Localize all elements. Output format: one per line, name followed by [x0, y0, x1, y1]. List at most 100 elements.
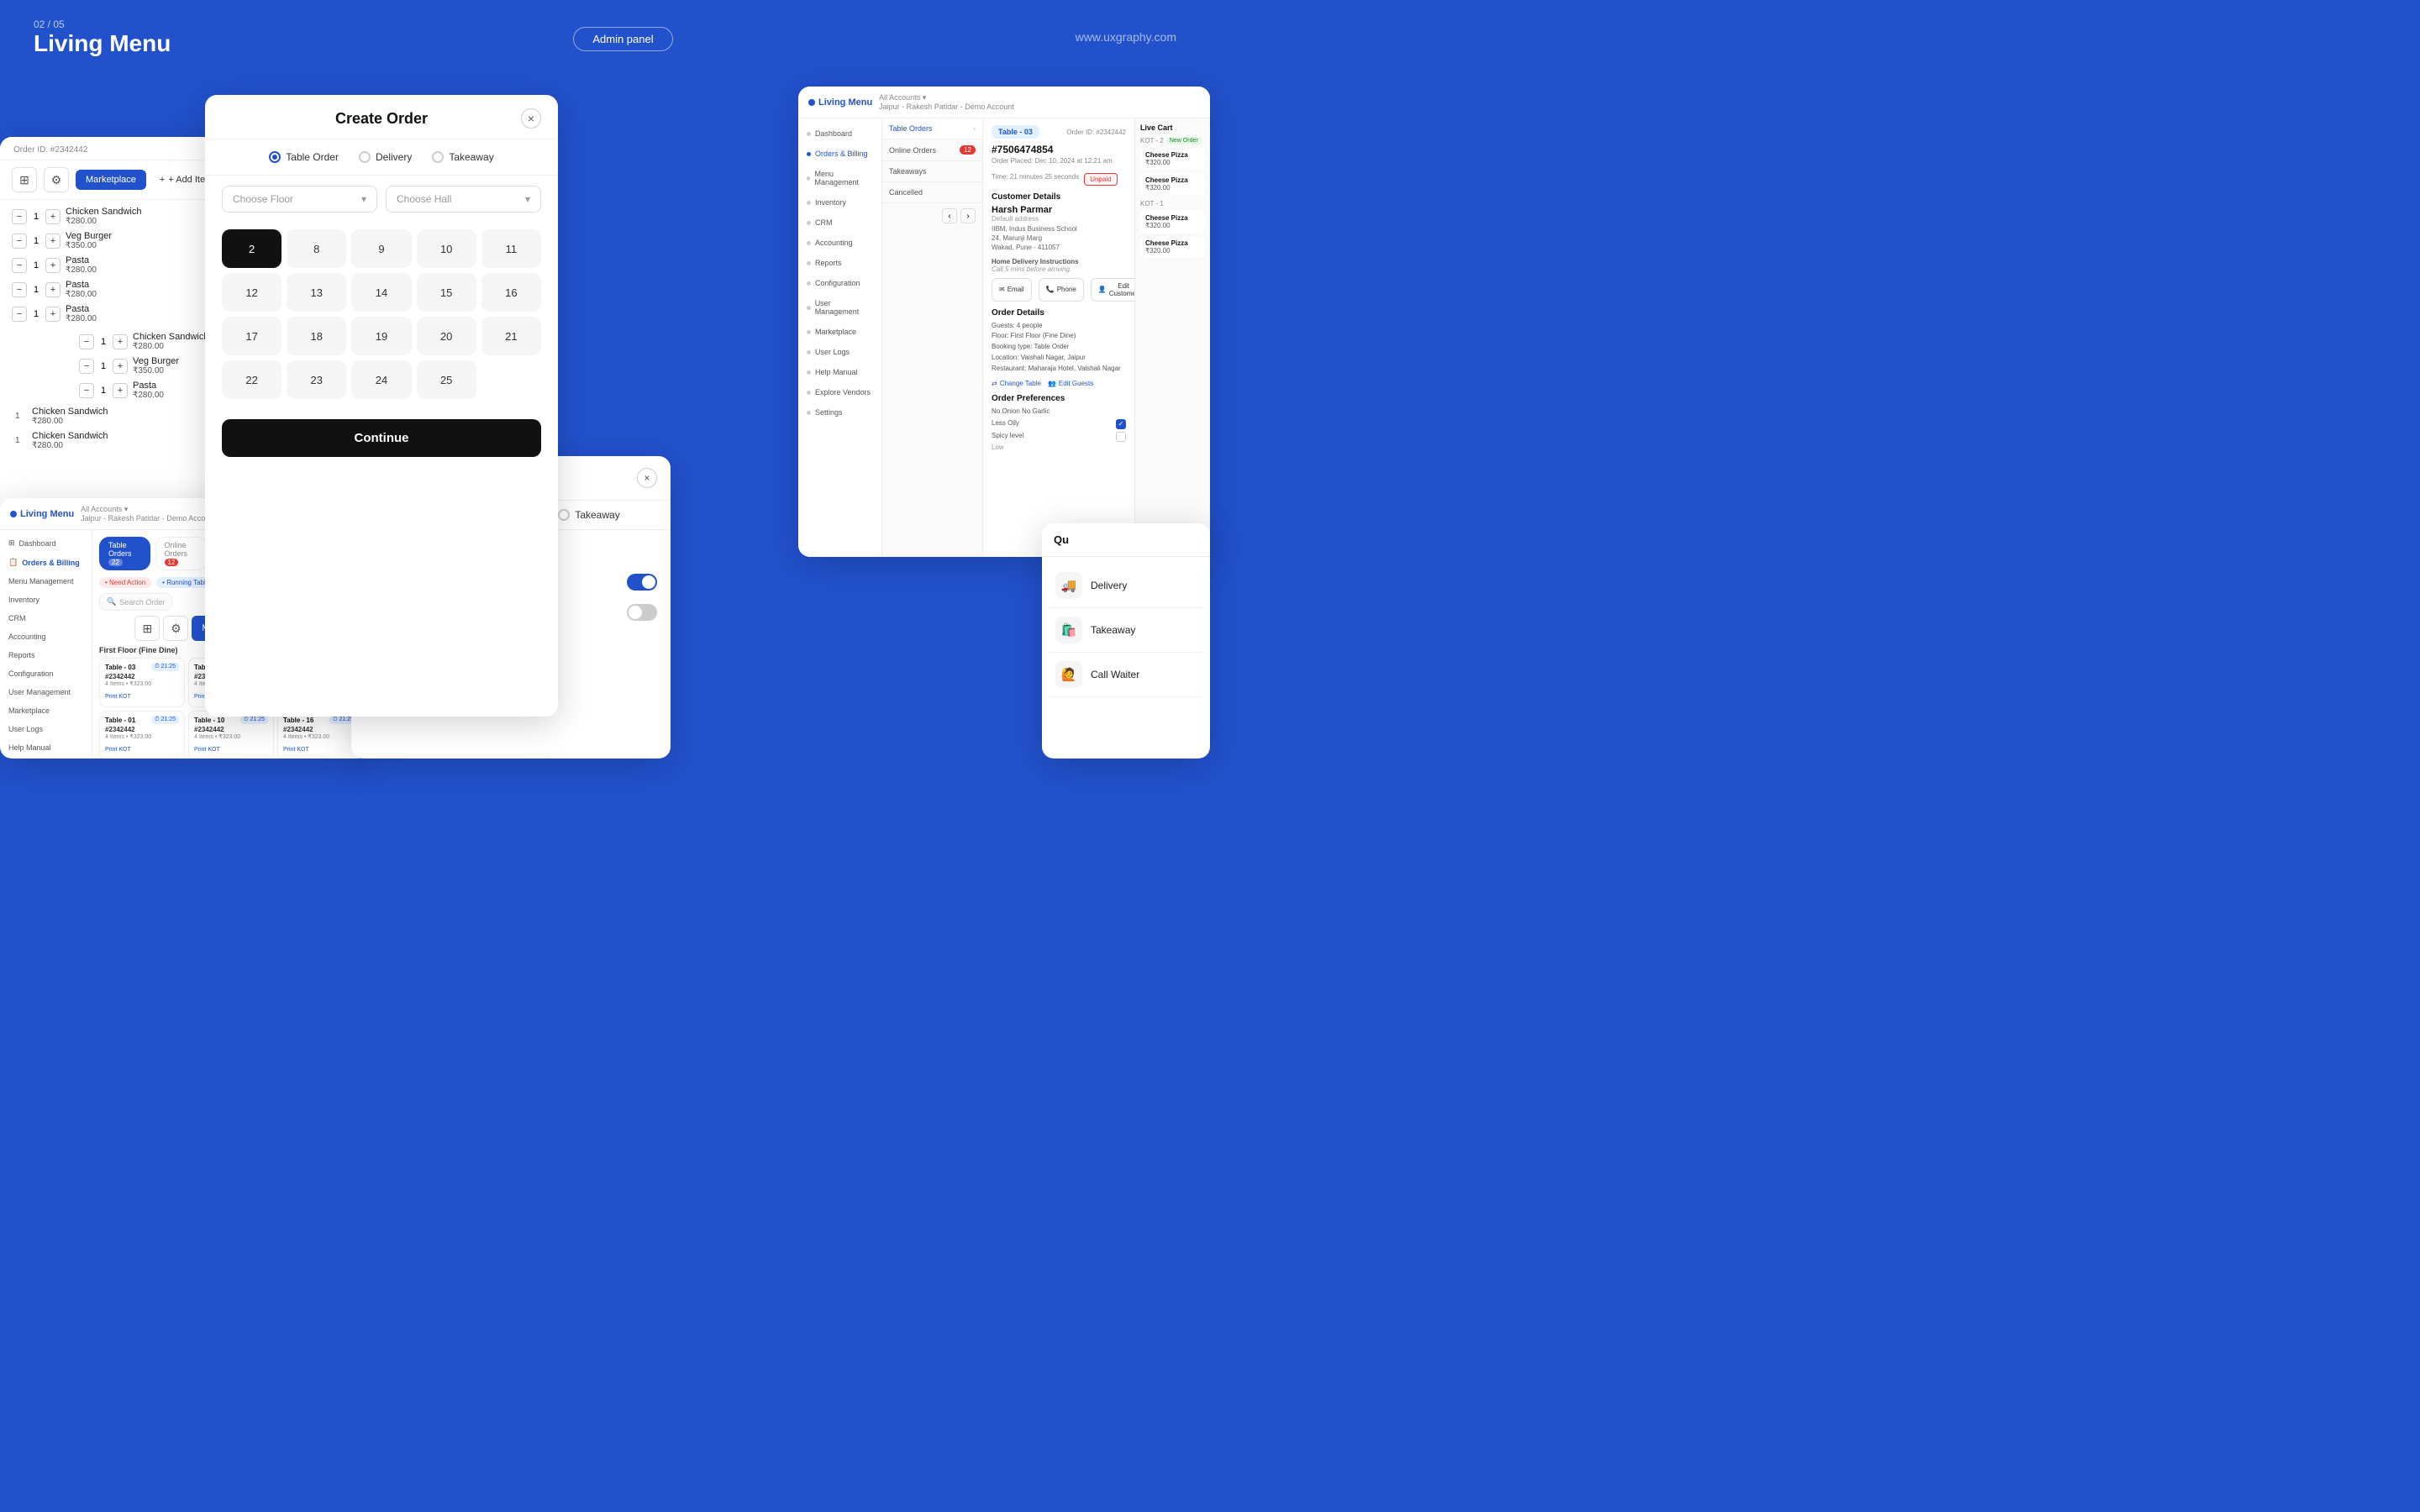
qty-decrease-btn[interactable]: −	[79, 334, 94, 349]
checkbox-spicy[interactable]	[1116, 432, 1126, 442]
sidebar-item-userlogs-2[interactable]: User Logs	[0, 720, 92, 738]
table-card-16[interactable]: Table - 16 ⏱ 21:25 #2342442 4 Items • ₹3…	[277, 711, 363, 759]
table-cell-22[interactable]: 22	[222, 360, 281, 399]
edit-guests-button[interactable]: 👥 Edit Guests	[1048, 380, 1093, 387]
table-cell-9[interactable]: 9	[351, 229, 411, 268]
table-cell-18[interactable]: 18	[287, 317, 346, 355]
table-order-option[interactable]: Table Order	[269, 151, 339, 163]
table-cell-17[interactable]: 17	[222, 317, 281, 355]
quick-call-waiter[interactable]: 🙋 Call Waiter	[1049, 653, 1203, 697]
sidebar-item-menu-2[interactable]: Menu Management	[0, 572, 92, 591]
phone-button[interactable]: 📞 Phone	[1039, 278, 1084, 302]
table-cell-21[interactable]: 21	[481, 317, 541, 355]
table-cell-15[interactable]: 15	[417, 273, 476, 312]
table-cell-12[interactable]: 12	[222, 273, 281, 312]
table-cell-2[interactable]: 2	[222, 229, 281, 268]
sidebar-item-marketplace-2[interactable]: Marketplace	[0, 701, 92, 720]
delivery-radio[interactable]	[359, 151, 371, 163]
marketplace-button[interactable]: Marketplace	[76, 170, 146, 190]
sidebar-item-user-management[interactable]: User Management	[798, 293, 881, 322]
change-table-button[interactable]: ⇄ Change Table	[992, 380, 1041, 387]
checkbox-less-oily[interactable]: ✓	[1116, 419, 1126, 429]
table-cell-16[interactable]: 16	[481, 273, 541, 312]
print-kot-03[interactable]: Print KOT	[105, 694, 131, 700]
table-cell-25[interactable]: 25	[417, 360, 476, 399]
floor-dropdown[interactable]: Choose Floor ▾	[222, 186, 377, 213]
qty-decrease-btn[interactable]: −	[12, 282, 27, 297]
table-card-03[interactable]: Table - 03 ⏱ 21:25 #2342442 4 Items • ₹3…	[99, 658, 185, 707]
sidebar-item-accounting[interactable]: Accounting	[798, 233, 881, 253]
grid-view-btn[interactable]: ⊞	[134, 616, 160, 641]
grid-icon-btn[interactable]: ⊞	[12, 167, 37, 192]
qty-decrease-btn[interactable]: −	[79, 359, 94, 374]
print-kot-01[interactable]: Print KOT	[105, 747, 131, 753]
sidebar-item-accounting-2[interactable]: Accounting	[0, 627, 92, 646]
qty-increase-btn[interactable]: +	[45, 282, 60, 297]
table-card-01[interactable]: Table - 01 ⏱ 21:25 #2342442 4 Items • ₹3…	[99, 711, 185, 759]
prev-btn[interactable]: ‹	[942, 208, 957, 223]
sidebar-item-crm[interactable]: CRM	[798, 213, 881, 233]
tab-online-orders-2[interactable]: Online Orders 12	[155, 537, 208, 570]
edit-customer-button[interactable]: 👤 Edit Customer	[1091, 278, 1134, 302]
table-cell-10[interactable]: 10	[417, 229, 476, 268]
next-btn[interactable]: ›	[960, 208, 976, 223]
sidebar-item-orders-2[interactable]: 📋 Orders & Billing	[0, 553, 92, 572]
sidebar-item-reports-2[interactable]: Reports	[0, 646, 92, 664]
sidebar-item-menu-management[interactable]: Menu Management	[798, 164, 881, 192]
tab-table-orders-2[interactable]: Table Orders 22	[99, 537, 150, 570]
qty-increase-btn[interactable]: +	[113, 383, 128, 398]
table-order-radio[interactable]	[269, 151, 281, 163]
qty-increase-btn[interactable]: +	[45, 258, 60, 273]
sidebar-item-help[interactable]: Help Manual	[798, 362, 881, 382]
sidebar-item-usermgmt-2[interactable]: User Management	[0, 683, 92, 701]
table-cell-14[interactable]: 14	[351, 273, 411, 312]
table-cell-23[interactable]: 23	[287, 360, 346, 399]
sidebar-item-inventory-2[interactable]: Inventory	[0, 591, 92, 609]
qty-decrease-btn[interactable]: −	[12, 258, 27, 273]
qty-decrease-btn[interactable]: −	[79, 383, 94, 398]
table-cell-19[interactable]: 19	[351, 317, 411, 355]
spice-toggle[interactable]	[627, 604, 657, 621]
quick-takeaway[interactable]: 🛍️ Takeaway	[1049, 608, 1203, 653]
print-kot-10[interactable]: Print KOT	[194, 747, 220, 753]
tab-table-orders[interactable]: Table Orders •	[882, 118, 982, 139]
settings-icon-btn[interactable]: ⚙	[44, 167, 69, 192]
sidebar-item-config[interactable]: Configuration	[798, 273, 881, 293]
pref-takeaway-radio[interactable]	[558, 509, 570, 521]
less-oily-toggle[interactable]	[627, 574, 657, 591]
qty-increase-btn[interactable]: +	[113, 359, 128, 374]
takeaway-option[interactable]: Takeaway	[432, 151, 493, 163]
sidebar-item-orders[interactable]: Orders & Billing	[798, 144, 881, 164]
continue-button[interactable]: Continue	[222, 419, 541, 457]
table-card-10[interactable]: Table - 10 ⏱ 21:25 #2342442 4 Items • ₹3…	[188, 711, 274, 759]
qty-decrease-btn[interactable]: −	[12, 234, 27, 249]
sidebar-item-explore-2[interactable]: Explore Vendors	[0, 757, 92, 759]
sidebar-item-config-2[interactable]: Configuration	[0, 664, 92, 683]
qty-decrease-btn[interactable]: −	[12, 307, 27, 322]
sidebar-item-marketplace[interactable]: Marketplace	[798, 322, 881, 342]
table-cell-8[interactable]: 8	[287, 229, 346, 268]
search-order-input[interactable]: 🔍 Search Order	[99, 593, 172, 611]
sidebar-item-settings[interactable]: Settings	[798, 402, 881, 423]
print-kot-16[interactable]: Print KOT	[283, 747, 309, 753]
sidebar-item-crm-2[interactable]: CRM	[0, 609, 92, 627]
pref-takeaway[interactable]: Takeaway	[558, 509, 619, 521]
sidebar-item-inventory[interactable]: Inventory	[798, 192, 881, 213]
quick-delivery[interactable]: 🚚 Delivery	[1049, 564, 1203, 608]
modal-close-button[interactable]: ×	[521, 108, 541, 129]
sidebar-item-reports[interactable]: Reports	[798, 253, 881, 273]
table-cell-13[interactable]: 13	[287, 273, 346, 312]
sidebar-item-user-logs[interactable]: User Logs	[798, 342, 881, 362]
tab-online-orders[interactable]: Online Orders 12	[882, 139, 982, 161]
hall-dropdown[interactable]: Choose Hall ▾	[386, 186, 541, 213]
sidebar-item-explore-vendors[interactable]: Explore Vendors	[798, 382, 881, 402]
table-cell-20[interactable]: 20	[417, 317, 476, 355]
table-cell-11[interactable]: 11	[481, 229, 541, 268]
table-cell-24[interactable]: 24	[351, 360, 411, 399]
settings-btn[interactable]: ⚙	[163, 616, 188, 641]
sidebar-item-dashboard[interactable]: Dashboard	[798, 123, 881, 144]
takeaway-radio[interactable]	[432, 151, 444, 163]
tab-cancelled[interactable]: Cancelled	[882, 182, 982, 203]
qty-increase-btn[interactable]: +	[113, 334, 128, 349]
delivery-option[interactable]: Delivery	[359, 151, 412, 163]
